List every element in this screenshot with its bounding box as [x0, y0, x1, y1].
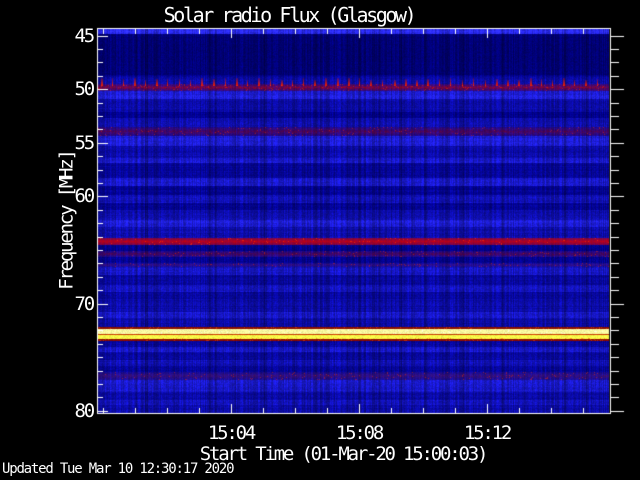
x-tick-label: 15:12 [463, 422, 512, 444]
spectrogram-canvas [0, 0, 640, 480]
chart-title: Solar radio Flux (Glasgow) [163, 3, 417, 27]
solar-radio-flux-window: Solar radio Flux (Glasgow) Frequency [MH… [0, 0, 640, 480]
updated-timestamp: Updated Tue Mar 10 12:30:17 2020 [2, 461, 235, 477]
y-tick-label: 55 [74, 132, 96, 154]
y-axis-label: Frequency [MHz] [55, 151, 78, 290]
y-tick-label: 70 [74, 293, 96, 315]
y-tick-label: 60 [74, 185, 96, 207]
x-tick-label: 15:04 [207, 422, 256, 444]
y-tick-label: 45 [74, 25, 96, 47]
y-tick-label: 80 [74, 400, 96, 422]
y-tick-label: 50 [74, 78, 96, 100]
x-tick-label: 15:08 [335, 422, 384, 444]
